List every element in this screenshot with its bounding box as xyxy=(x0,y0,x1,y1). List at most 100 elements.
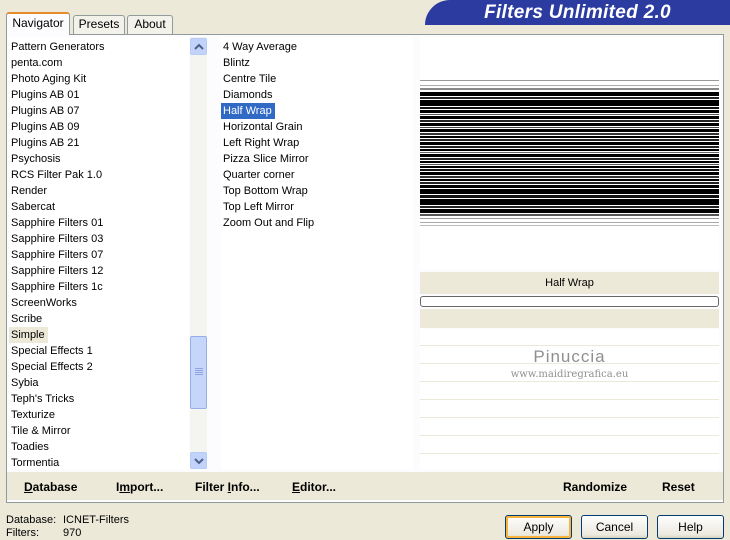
preview-stripe xyxy=(420,85,719,86)
list-item[interactable]: Tile & Mirror xyxy=(9,423,73,439)
list-item[interactable]: Pizza Slice Mirror xyxy=(221,151,312,167)
list-item[interactable]: Render xyxy=(9,183,50,199)
list-item[interactable]: Sapphire Filters 01 xyxy=(9,215,106,231)
preview-stripe xyxy=(420,133,719,135)
preview-stripe xyxy=(420,142,719,145)
watermark-url: www.maidiregrafica.eu xyxy=(510,369,629,380)
list-item[interactable]: Toadies xyxy=(9,439,52,455)
preview-stripe xyxy=(420,127,719,128)
filter-info-button[interactable]: Filter Info... xyxy=(195,480,260,494)
list-item[interactable]: 4 Way Average xyxy=(221,39,300,55)
preview-stripe xyxy=(420,209,719,213)
preview-stripe xyxy=(420,129,719,132)
preview-stripe xyxy=(420,161,719,163)
cancel-button[interactable]: Cancel xyxy=(581,515,648,539)
database-value: ICNET-Filters xyxy=(63,514,129,526)
status-filters: Filters: 970 xyxy=(6,527,81,540)
preview-stripe xyxy=(420,92,719,96)
list-item[interactable]: Plugins AB 21 xyxy=(9,135,83,151)
list-item[interactable]: Sapphire Filters 03 xyxy=(9,231,106,247)
list-item[interactable]: Half Wrap xyxy=(221,103,275,119)
help-button[interactable]: Help xyxy=(657,515,724,539)
preview-image xyxy=(420,37,719,269)
list-item[interactable]: Sapphire Filters 12 xyxy=(9,263,106,279)
list-item[interactable]: Plugins AB 07 xyxy=(9,103,83,119)
randomize-button[interactable]: Randomize xyxy=(563,480,627,494)
preview-stripe xyxy=(420,110,719,113)
filters-label: Filters: xyxy=(6,527,39,539)
preview-stripe xyxy=(420,164,719,165)
preview-stripe xyxy=(420,222,719,223)
list-item[interactable]: ScreenWorks xyxy=(9,295,80,311)
preview-stripe xyxy=(420,136,719,138)
scroll-thumb[interactable] xyxy=(190,336,207,409)
list-item[interactable]: Sabercat xyxy=(9,199,58,215)
scroll-up-button[interactable] xyxy=(190,38,207,55)
chevron-down-icon xyxy=(194,458,204,465)
list-item[interactable]: Top Bottom Wrap xyxy=(221,183,311,199)
category-scrollbar[interactable] xyxy=(190,37,207,469)
tab-navigator[interactable]: Navigator xyxy=(6,12,70,35)
watermark-title: Pinuccia xyxy=(533,347,606,366)
reset-button[interactable]: Reset xyxy=(662,480,695,494)
apply-button[interactable]: Apply xyxy=(505,515,572,539)
list-item[interactable]: Special Effects 1 xyxy=(9,343,96,359)
list-item[interactable]: Sybia xyxy=(9,375,42,391)
list-item[interactable]: Quarter corner xyxy=(221,167,298,183)
preview-stripe xyxy=(420,172,719,175)
list-item[interactable]: Simple xyxy=(9,327,48,343)
list-item[interactable]: Psychosis xyxy=(9,151,64,167)
list-item[interactable]: penta.com xyxy=(9,55,65,71)
list-item[interactable]: Sapphire Filters 07 xyxy=(9,247,106,263)
preview-stripe xyxy=(420,88,719,90)
import-button[interactable]: Import... xyxy=(116,480,163,494)
list-item[interactable]: Sapphire Filters 1c xyxy=(9,279,106,295)
preview-stripe xyxy=(420,114,719,115)
list-item[interactable]: Special Effects 2 xyxy=(9,359,96,375)
preview-stripe xyxy=(420,158,719,160)
preview-stripe xyxy=(420,154,719,157)
separator-strip xyxy=(420,309,719,328)
category-list[interactable]: Pattern Generators penta.com Photo Aging K… xyxy=(9,37,189,469)
editor-button[interactable]: Editor... xyxy=(292,480,336,494)
preview-stripe xyxy=(420,97,719,99)
preview-stripe xyxy=(420,206,719,208)
list-item[interactable]: Scribe xyxy=(9,311,45,327)
preview-stripe xyxy=(420,149,719,151)
chevron-up-icon xyxy=(194,43,204,50)
list-item[interactable]: Centre Tile xyxy=(221,71,279,87)
list-item[interactable]: Horizontal Grain xyxy=(221,119,305,135)
list-item[interactable]: Texturize xyxy=(9,407,58,423)
preview-stripe xyxy=(420,195,719,198)
app-title: Filters Unlimited 2.0 xyxy=(484,2,671,23)
filter-name-label: Half Wrap xyxy=(420,272,719,294)
list-item[interactable]: Blintz xyxy=(221,55,253,71)
list-item[interactable]: Diamonds xyxy=(221,87,276,103)
filter-list[interactable]: 4 Way Average Blintz Centre Tile Diamonds Ha… xyxy=(221,37,413,469)
database-button[interactable]: Database xyxy=(24,480,77,494)
tab-about[interactable]: About xyxy=(127,15,173,34)
list-item[interactable]: Plugins AB 01 xyxy=(9,87,83,103)
preview-stripe xyxy=(420,218,719,219)
title-banner: Filters Unlimited 2.0 xyxy=(425,0,730,25)
scroll-down-button[interactable] xyxy=(190,452,207,469)
list-item[interactable]: Top Left Mirror xyxy=(221,199,297,215)
list-item[interactable]: Left Right Wrap xyxy=(221,135,302,151)
preview-stripe xyxy=(420,185,719,188)
preview-stripe xyxy=(420,176,719,178)
preview-stripe xyxy=(420,139,719,141)
list-item[interactable]: Teph's Tricks xyxy=(9,391,77,407)
preview-stripe xyxy=(420,123,719,126)
preview-stripe xyxy=(420,199,719,205)
preview-stripe xyxy=(420,182,719,184)
list-item[interactable]: Tormentia xyxy=(9,455,62,469)
list-item[interactable]: RCS Filter Pak 1.0 xyxy=(9,167,105,183)
list-item[interactable]: Zoom Out and Flip xyxy=(221,215,317,231)
filters-count: 970 xyxy=(63,527,82,539)
list-item[interactable]: Photo Aging Kit xyxy=(9,71,89,87)
preview-stripe xyxy=(420,100,719,106)
list-item[interactable]: Plugins AB 09 xyxy=(9,119,83,135)
list-item[interactable]: Pattern Generators xyxy=(9,39,108,55)
tab-presets[interactable]: Presets xyxy=(73,15,125,34)
progress-bar xyxy=(420,296,719,307)
